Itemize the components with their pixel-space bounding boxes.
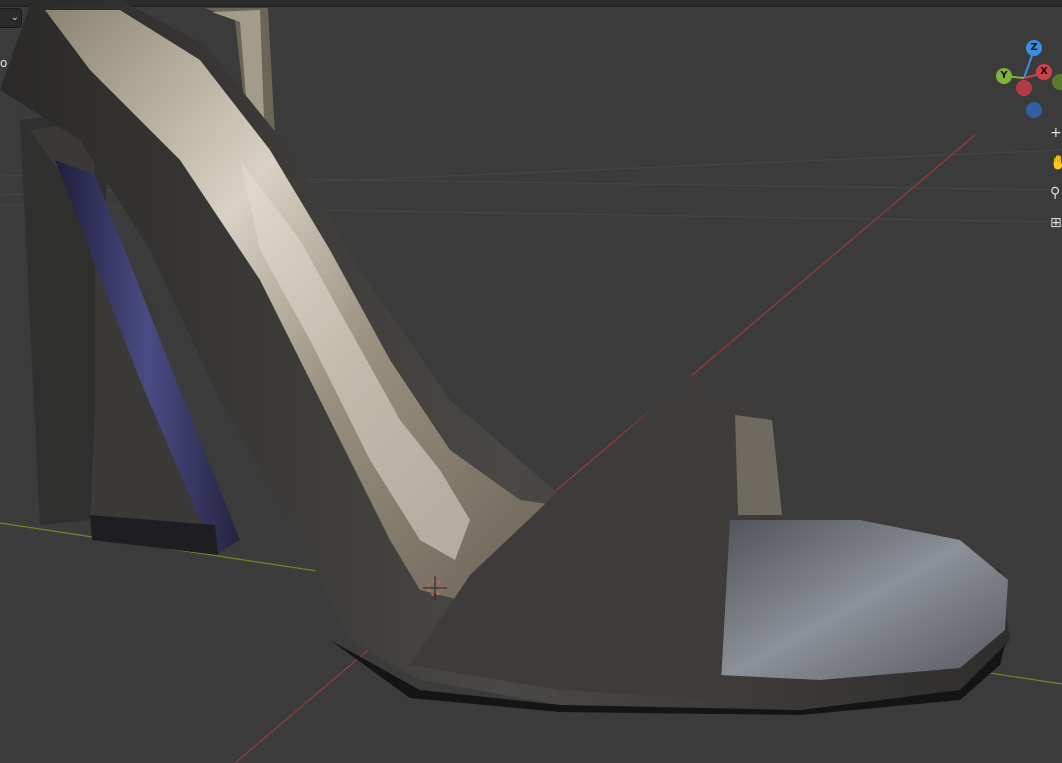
navigation-tools: + ✋ ⚲ ⊞ (1050, 122, 1062, 242)
3d-viewport[interactable]: ⌄ o Z Y X + ✋ ⚲ ⊞ (0, 0, 1062, 763)
gizmo-x-label: X (1040, 66, 1048, 77)
gizmo-neg-z-axis[interactable] (1026, 102, 1042, 118)
gizmo-z-label: Z (1030, 42, 1038, 53)
hand-icon: ✋ (1050, 155, 1062, 171)
gizmo-neg-x-axis[interactable] (1016, 80, 1032, 96)
gizmo-y-axis[interactable]: Y (996, 68, 1012, 84)
toggle-perspective-tool[interactable]: ⊞ (1050, 212, 1062, 234)
gizmo-z-axis[interactable]: Z (1026, 40, 1042, 56)
zoom-tool[interactable]: + (1050, 122, 1062, 144)
move-view-tool[interactable]: ✋ (1050, 152, 1062, 174)
gizmo-x-axis[interactable]: X (1036, 64, 1052, 80)
camera-icon: ⚲ (1050, 185, 1061, 201)
plus-icon: + (1050, 125, 1062, 141)
footbed (720, 520, 1008, 680)
gizmo-neg-y-axis[interactable] (1052, 74, 1062, 90)
scene-render (0, 0, 1062, 763)
front-strap-inner (735, 415, 782, 515)
grid-icon: ⊞ (1050, 215, 1062, 231)
navigation-gizmo[interactable]: Z Y X (994, 38, 1062, 122)
gizmo-y-label: Y (1000, 70, 1008, 81)
camera-view-tool[interactable]: ⚲ (1050, 182, 1062, 204)
